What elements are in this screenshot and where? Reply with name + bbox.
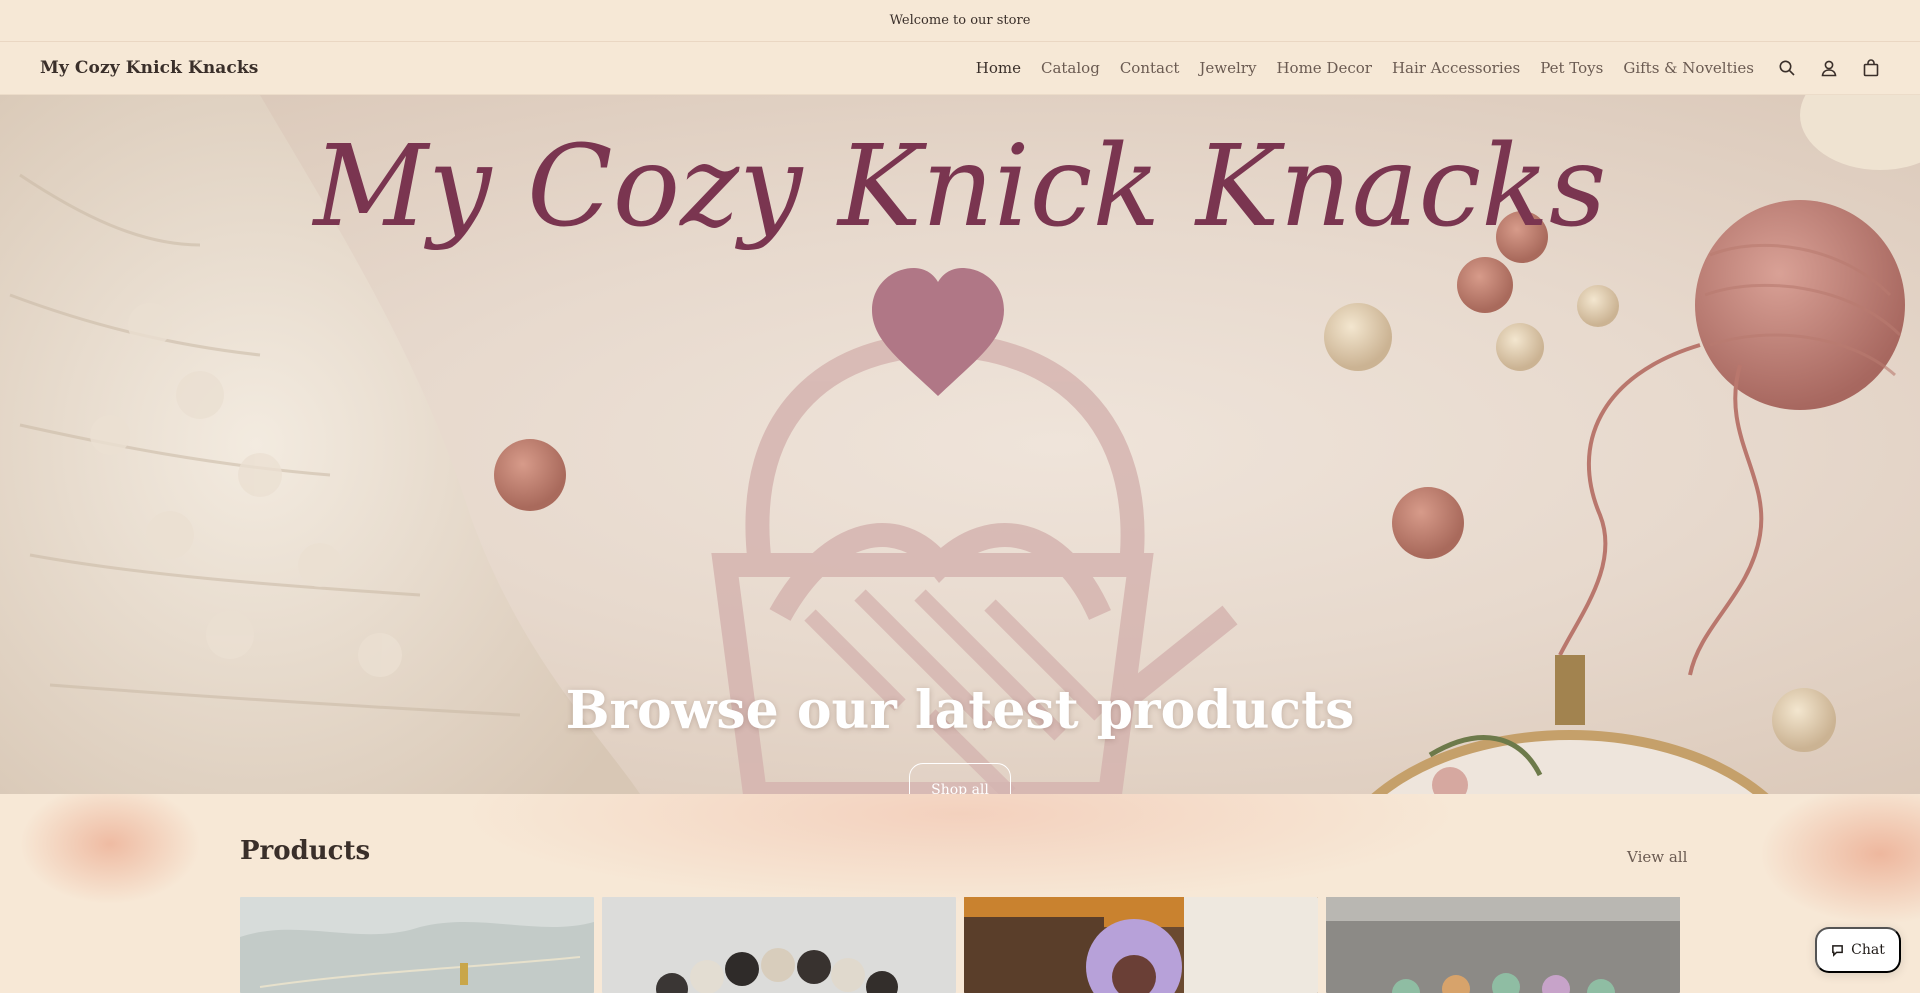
product-card[interactable] <box>240 897 594 993</box>
product-image <box>602 897 956 993</box>
announcement-bar: Welcome to our store <box>0 0 1920 42</box>
nav-catalog[interactable]: Catalog <box>1041 59 1100 77</box>
nav-jewelry[interactable]: Jewelry <box>1199 59 1256 77</box>
cart-icon[interactable] <box>1862 59 1880 77</box>
chat-label: Chat <box>1851 942 1885 958</box>
products-heading: Products <box>240 836 371 866</box>
product-image <box>1326 897 1680 993</box>
chat-button[interactable]: Chat <box>1815 927 1901 973</box>
products-section: Products View all <box>0 794 1920 993</box>
product-card[interactable] <box>964 897 1318 993</box>
product-card[interactable] <box>602 897 956 993</box>
nav-gifts-novelties[interactable]: Gifts & Novelties <box>1623 59 1754 77</box>
store-logo-link[interactable]: My Cozy Knick Knacks <box>40 58 258 78</box>
hero-banner-script-title: My Cozy Knick Knacks <box>311 122 1606 252</box>
hero-heading: Browse our latest products <box>565 680 1355 741</box>
nav-contact[interactable]: Contact <box>1120 59 1180 77</box>
main-nav: Home Catalog Contact Jewelry Home Decor … <box>976 59 1754 77</box>
product-image <box>240 897 594 993</box>
header-icons <box>1778 59 1880 77</box>
product-card[interactable] <box>1326 897 1680 993</box>
search-icon[interactable] <box>1778 59 1796 77</box>
product-image <box>964 897 1318 993</box>
hero-banner: My Cozy Knick Knacks Browse our latest p… <box>0 95 1920 794</box>
announcement-text: Welcome to our store <box>889 13 1031 28</box>
chat-bubble-icon <box>1832 944 1844 957</box>
site-header: My Cozy Knick Knacks Home Catalog Contac… <box>0 42 1920 95</box>
view-all-link[interactable]: View all <box>1627 848 1687 866</box>
shop-all-button[interactable]: Shop all <box>909 763 1011 794</box>
nav-home[interactable]: Home <box>976 59 1021 77</box>
account-icon[interactable] <box>1820 59 1838 77</box>
nav-hair-accessories[interactable]: Hair Accessories <box>1392 59 1520 77</box>
nav-home-decor[interactable]: Home Decor <box>1276 59 1372 77</box>
nav-pet-toys[interactable]: Pet Toys <box>1540 59 1603 77</box>
